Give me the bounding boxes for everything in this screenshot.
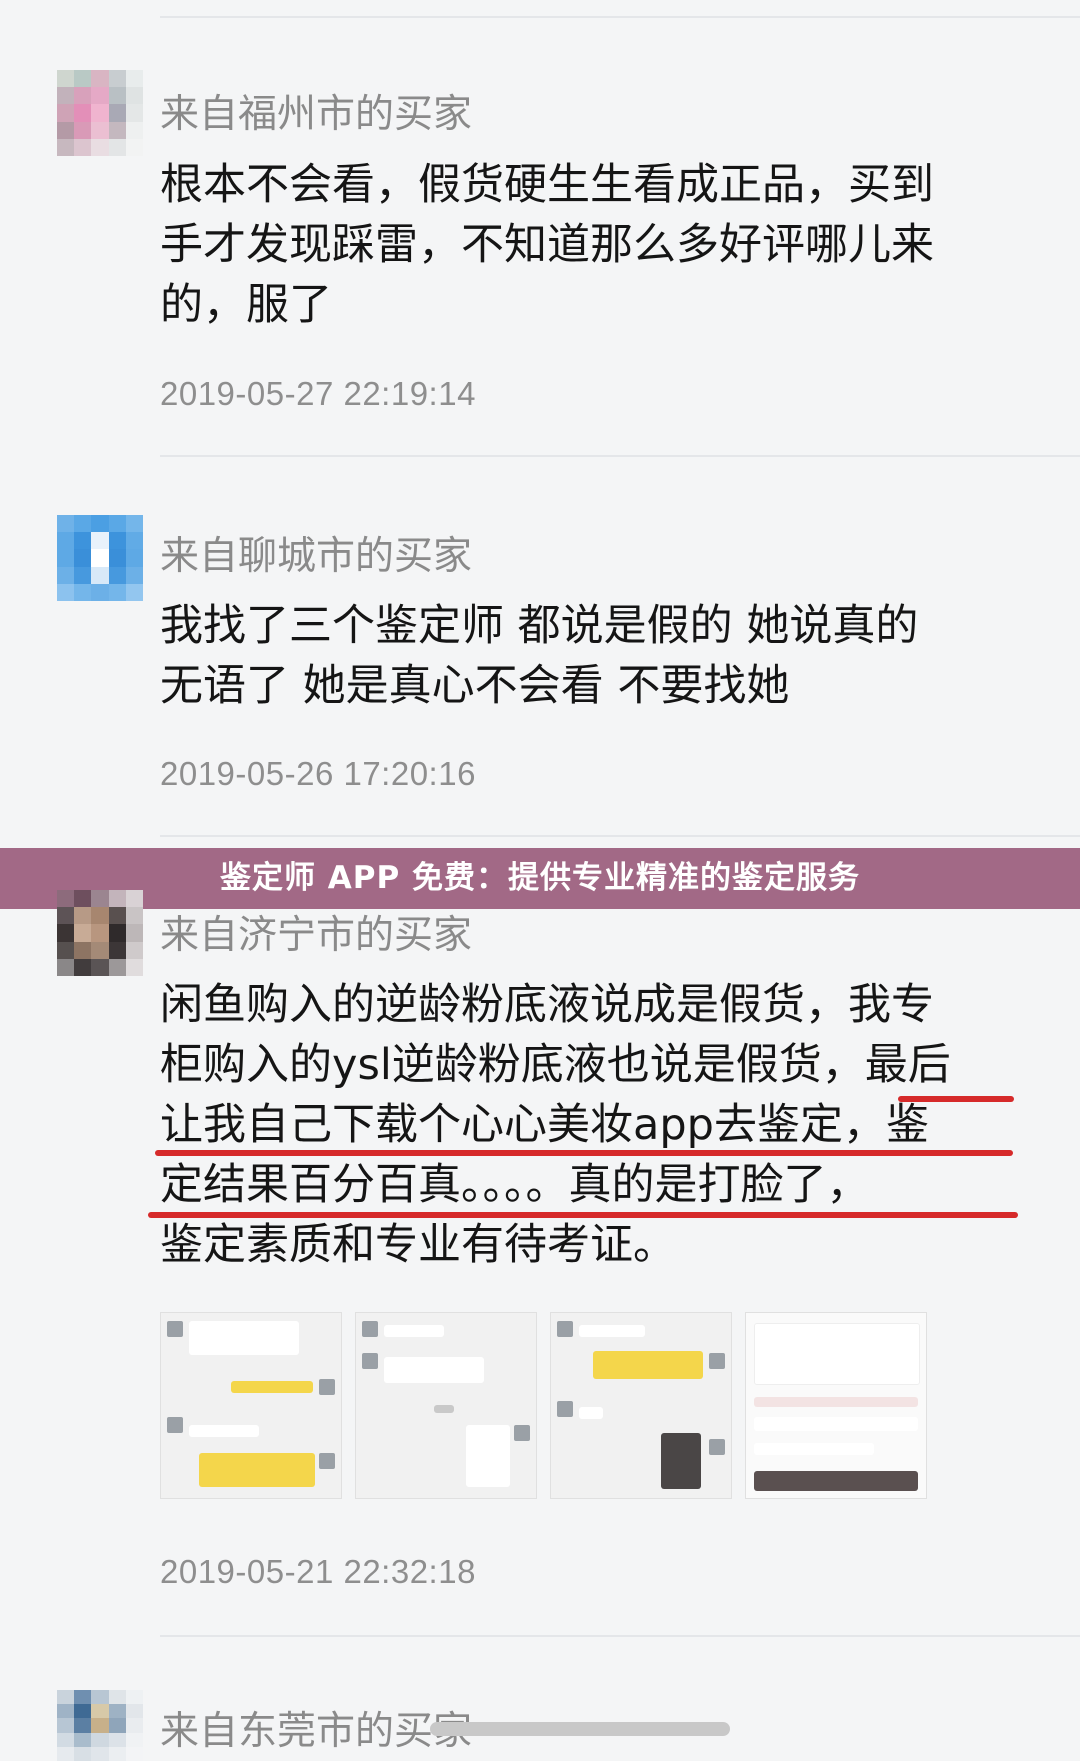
- promo-banner: 鉴定师 APP 免费：提供专业精准的鉴定服务: [0, 848, 1080, 909]
- buyer-location: 来自聊城市的买家: [160, 534, 473, 579]
- buyer-location: 来自福州市的买家: [160, 92, 473, 137]
- review-text: 根本不会看，假货硬生生看成正品，买到 手才发现踩雷，不知道那么多好评哪儿来 的，…: [160, 155, 1020, 335]
- review-text-line: 根本不会看，假货硬生生看成正品，买到: [160, 160, 934, 210]
- avatar[interactable]: [57, 70, 143, 156]
- review-timestamp: 2019-05-26 17:20:16: [160, 755, 476, 792]
- review-image-thumbnail[interactable]: [160, 1312, 342, 1499]
- review-text-line: 我找了三个鉴定师 都说是假的 她说真的: [160, 601, 919, 651]
- review-text-line: 定结果百分百真。。。。真的是打脸了，: [160, 1160, 870, 1210]
- review-text-line: 闲鱼购入的逆龄粉底液说成是假货，我专: [160, 980, 934, 1030]
- review-text-line: 手才发现踩雷，不知道那么多好评哪儿来: [160, 220, 934, 270]
- review-text-line: 无语了 她是真心不会看 不要找她: [160, 661, 790, 711]
- buyer-location: 来自济宁市的买家: [160, 913, 473, 958]
- review-divider: [160, 455, 1080, 457]
- review-text: 闲鱼购入的逆龄粉底液说成是假货，我专 柜购入的ysl逆龄粉底液也说是假货，最后 …: [160, 975, 1020, 1275]
- avatar[interactable]: [57, 1690, 143, 1761]
- review-divider: [160, 835, 1080, 837]
- review-text: 我找了三个鉴定师 都说是假的 她说真的 无语了 她是真心不会看 不要找她: [160, 596, 1020, 716]
- review-divider: [160, 1635, 1080, 1637]
- review-text-line: 让我自己下载个心心美妆app去鉴定，鉴: [160, 1100, 929, 1150]
- review-image-thumbnail[interactable]: [355, 1312, 537, 1499]
- review-image-gallery: [160, 1312, 927, 1499]
- highlight-underline: [898, 1096, 1014, 1102]
- top-divider: [160, 16, 1080, 18]
- avatar[interactable]: [57, 515, 143, 601]
- review-text-line: 的，服了: [160, 280, 332, 330]
- review-image-thumbnail[interactable]: [745, 1312, 927, 1499]
- highlight-underline: [148, 1212, 1018, 1218]
- review-timestamp: 2019-05-27 22:19:14: [160, 375, 476, 412]
- avatar[interactable]: [57, 890, 143, 976]
- review-text-line: 柜购入的ysl逆龄粉底液也说是假货，最后: [160, 1040, 951, 1090]
- scrollbar[interactable]: [430, 1722, 730, 1736]
- review-text-line: 鉴定素质和专业有待考证。: [160, 1220, 676, 1270]
- review-timestamp: 2019-05-21 22:32:18: [160, 1553, 476, 1590]
- highlight-underline: [155, 1150, 1013, 1156]
- buyer-location: 来自东莞市的买家: [160, 1709, 473, 1754]
- review-image-thumbnail[interactable]: [550, 1312, 732, 1499]
